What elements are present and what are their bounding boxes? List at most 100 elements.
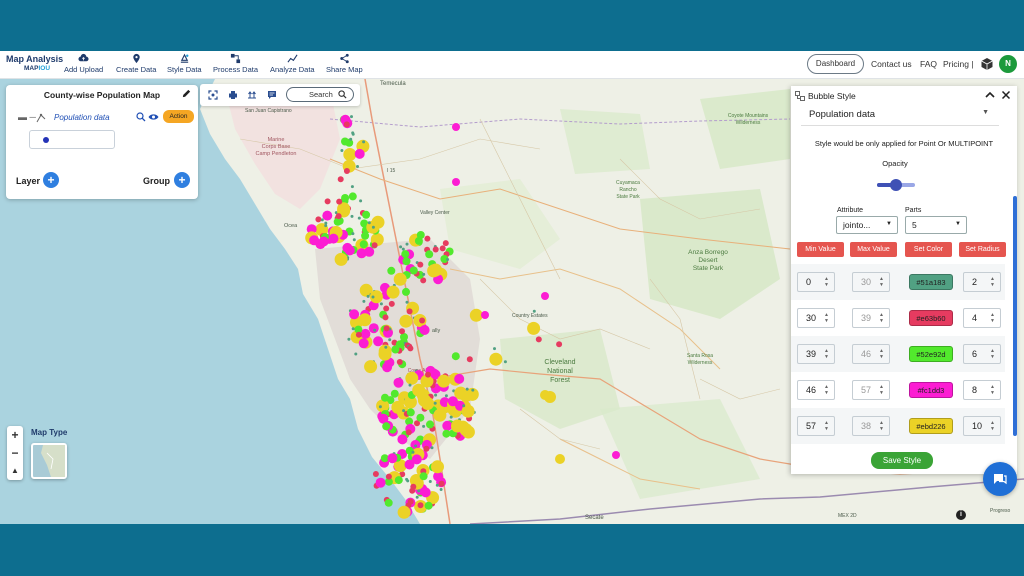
population-bubble[interactable] (555, 454, 565, 464)
population-bubble[interactable] (438, 480, 445, 487)
eye-icon[interactable] (148, 112, 159, 122)
population-bubble[interactable] (401, 247, 405, 251)
population-bubble[interactable] (322, 210, 333, 221)
population-bubble[interactable] (405, 429, 412, 436)
population-bubble[interactable] (341, 194, 350, 202)
population-bubble[interactable] (364, 246, 375, 257)
nav-create-data[interactable]: Create Data (116, 53, 156, 74)
population-bubble[interactable] (425, 371, 431, 378)
population-bubble[interactable] (391, 345, 400, 354)
population-bubble[interactable] (432, 246, 439, 253)
population-bubble[interactable] (493, 347, 496, 351)
chevron-up-icon[interactable] (984, 89, 996, 101)
population-bubble[interactable] (414, 444, 418, 448)
population-bubble[interactable] (431, 460, 444, 474)
population-bubble[interactable] (362, 210, 371, 219)
population-bubble[interactable] (371, 242, 378, 249)
population-bubble[interactable] (446, 258, 449, 261)
set-radius-button[interactable]: Set Radius (959, 242, 1006, 257)
population-bubble[interactable] (433, 408, 447, 422)
population-bubble[interactable] (447, 396, 458, 407)
radius-input[interactable]: 2 ▲ ▼ (963, 272, 1001, 292)
population-bubble[interactable] (324, 198, 331, 205)
population-bubble[interactable] (399, 314, 413, 328)
population-bubble[interactable] (426, 420, 434, 429)
population-bubble[interactable] (442, 420, 453, 431)
reset-north-button[interactable]: ▲ (7, 462, 23, 480)
population-bubble[interactable] (417, 502, 424, 509)
population-bubble[interactable] (402, 257, 411, 266)
population-bubble[interactable] (378, 413, 389, 424)
panel-scrollbar[interactable] (1013, 196, 1017, 436)
nav-style-data[interactable]: Style Data (167, 53, 202, 74)
population-bubble[interactable] (410, 483, 417, 490)
radius-input[interactable]: 10 ▲ ▼ (963, 416, 1001, 436)
close-icon[interactable] (1000, 89, 1012, 101)
opacity-slider-handle[interactable] (890, 179, 902, 191)
population-bubble[interactable] (381, 393, 389, 402)
population-bubble[interactable] (407, 345, 414, 352)
population-bubble[interactable] (340, 149, 344, 152)
population-bubble[interactable] (337, 176, 344, 183)
population-bubble[interactable] (387, 266, 396, 275)
population-bubble[interactable] (349, 137, 353, 141)
population-bubble[interactable] (411, 450, 415, 454)
population-bubble[interactable] (382, 314, 389, 321)
add-group-button[interactable]: + (174, 172, 190, 188)
min-value-input[interactable]: 30 ▲ ▼ (797, 308, 835, 328)
population-bubble[interactable] (342, 242, 353, 253)
min-value-input[interactable]: 39 ▲ ▼ (797, 344, 835, 364)
population-bubble[interactable] (378, 347, 392, 361)
population-bubble[interactable] (343, 148, 357, 161)
population-bubble[interactable] (385, 473, 392, 480)
population-bubble[interactable] (612, 451, 620, 459)
population-bubble[interactable] (422, 424, 426, 428)
faq-link[interactable]: FAQ (920, 59, 937, 69)
population-bubble[interactable] (333, 217, 342, 226)
population-bubble[interactable] (336, 198, 343, 205)
population-bubble[interactable] (407, 498, 414, 505)
population-bubble[interactable] (382, 422, 391, 431)
population-bubble[interactable] (419, 325, 430, 335)
population-bubble[interactable] (424, 235, 431, 242)
color-swatch[interactable]: #e63b60 (909, 310, 953, 326)
layer-name[interactable]: Population data (54, 113, 110, 122)
population-bubble[interactable] (416, 231, 425, 239)
population-bubble[interactable] (435, 483, 439, 487)
population-bubble[interactable] (386, 285, 400, 299)
nav-add-upload[interactable]: Add Upload (64, 53, 103, 74)
population-bubble[interactable] (358, 313, 372, 327)
pricing-link[interactable]: Pricing | (943, 59, 974, 69)
population-bubble[interactable] (387, 453, 398, 464)
color-swatch[interactable]: #52e92d (909, 346, 953, 362)
population-bubble[interactable] (466, 356, 473, 363)
population-bubble[interactable] (347, 337, 351, 341)
population-bubble[interactable] (433, 401, 437, 405)
comment-icon[interactable] (267, 90, 277, 100)
dashboard-button[interactable]: Dashboard (807, 54, 864, 74)
population-bubble[interactable] (393, 272, 407, 286)
population-bubble[interactable] (352, 238, 356, 242)
zoom-in-button[interactable]: + (7, 426, 23, 444)
population-bubble[interactable] (428, 480, 432, 483)
population-bubble[interactable] (354, 352, 358, 356)
population-bubble[interactable] (394, 476, 403, 485)
population-bubble[interactable] (388, 338, 392, 342)
population-bubble[interactable] (384, 345, 388, 349)
population-bubble[interactable] (417, 261, 424, 268)
population-bubble[interactable] (361, 231, 370, 240)
population-bubble[interactable] (434, 393, 438, 397)
population-bubble[interactable] (532, 309, 536, 313)
population-bubble[interactable] (359, 240, 368, 249)
opacity-slider[interactable] (877, 179, 915, 191)
population-bubble[interactable] (350, 185, 354, 189)
population-bubble[interactable] (424, 501, 433, 510)
population-bubble[interactable] (348, 192, 357, 201)
nav-analyze-data[interactable]: Analyze Data (270, 53, 315, 74)
population-bubble[interactable] (364, 360, 378, 374)
population-bubble[interactable] (324, 224, 328, 228)
population-bubble[interactable] (351, 132, 355, 136)
population-bubble[interactable] (368, 323, 379, 334)
population-bubble[interactable] (341, 137, 349, 146)
population-bubble[interactable] (399, 328, 405, 335)
